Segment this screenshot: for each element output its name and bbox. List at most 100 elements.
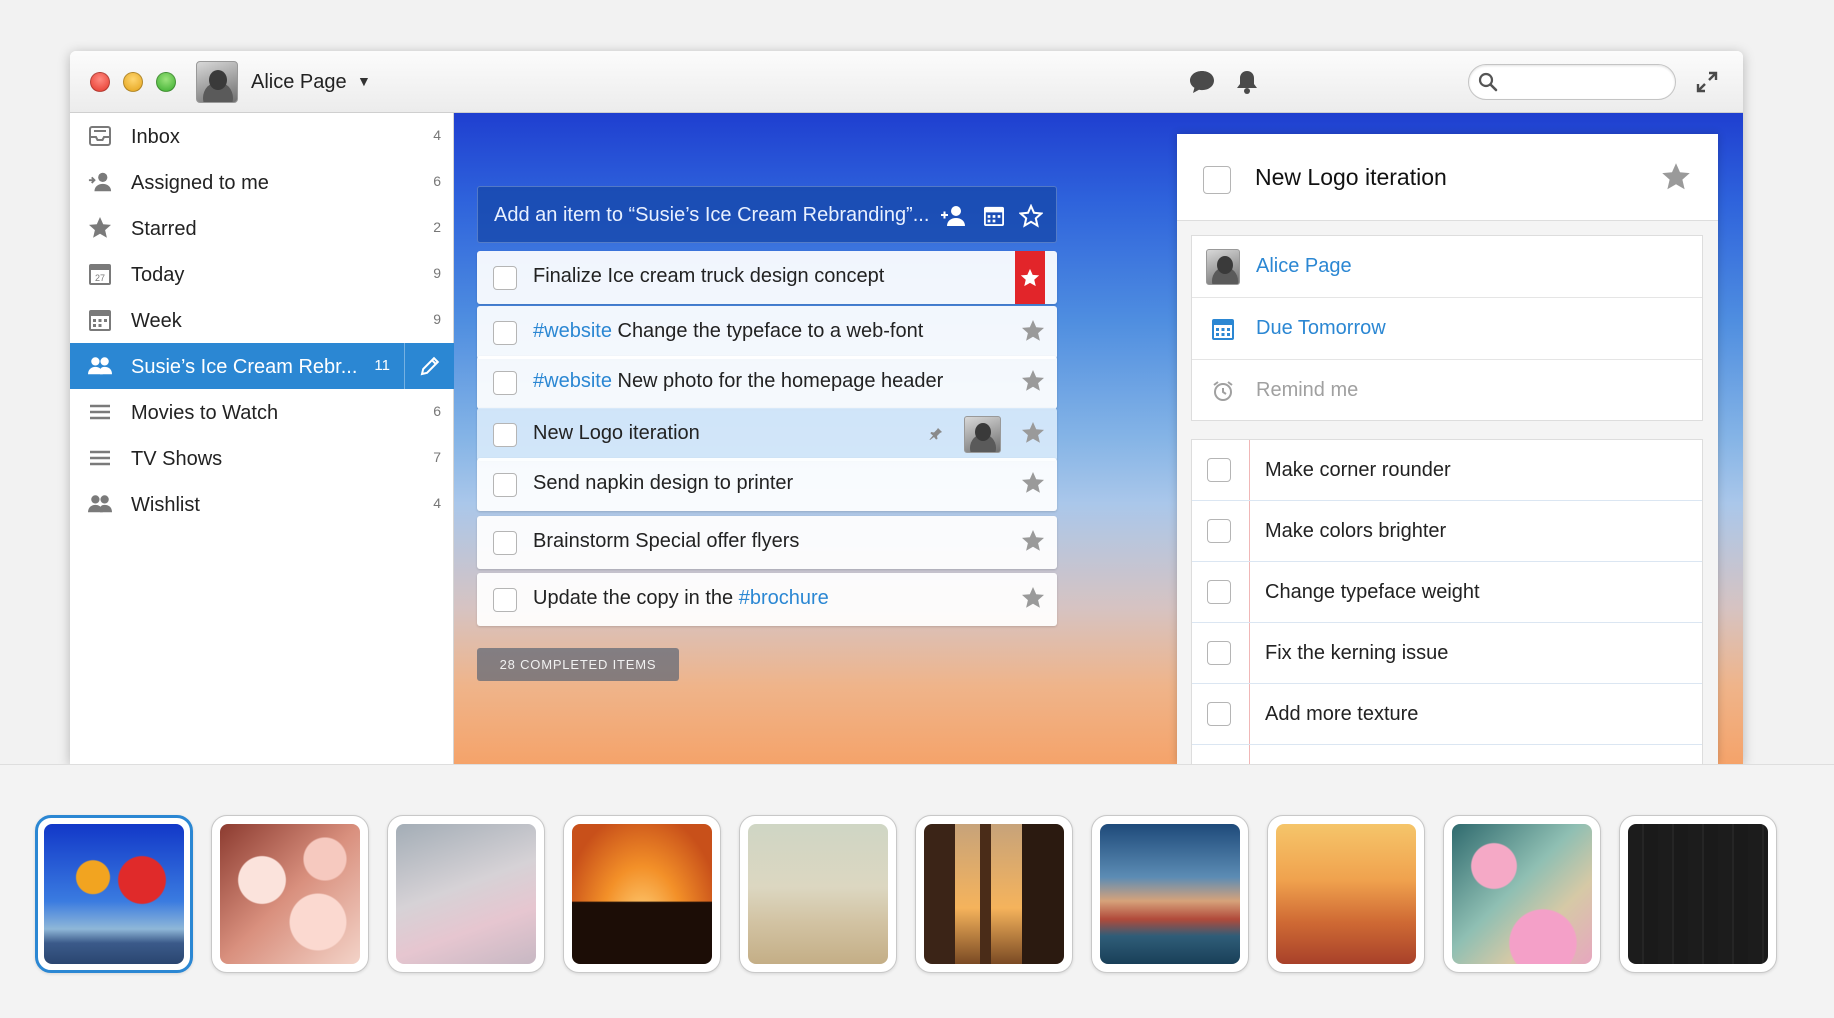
subtask-row[interactable]: Change typeface weight (1192, 562, 1702, 623)
task-checkbox[interactable] (493, 473, 517, 497)
sidebar-item-count: 9 (433, 311, 441, 327)
titlebar: Alice Page ▼ (70, 51, 1743, 113)
assignee-row[interactable]: Alice Page (1192, 236, 1702, 298)
star-icon[interactable] (1020, 420, 1046, 446)
star-outline-icon[interactable] (1016, 201, 1046, 231)
star-icon[interactable] (1020, 318, 1046, 344)
subtask-row[interactable]: Make corner rounder (1192, 440, 1702, 501)
background-thumb-sunset-temple[interactable] (563, 815, 721, 973)
star-icon[interactable] (1020, 368, 1046, 394)
task-checkbox[interactable] (493, 531, 517, 555)
sidebar-item-starred[interactable]: Starred 2 (70, 205, 454, 251)
background-thumb-cherry-blossoms[interactable] (211, 815, 369, 973)
task-title: New photo for the homepage header (611, 370, 944, 392)
sidebar-item-count: 6 (433, 403, 441, 419)
task-row-selected[interactable]: New Logo iteration (477, 408, 1057, 461)
user-name[interactable]: Alice Page (251, 71, 347, 94)
subtask-checkbox[interactable] (1207, 641, 1231, 665)
task-row[interactable]: Finalize Ice cream truck design concept (477, 251, 1057, 304)
minimize-window-button[interactable] (123, 72, 143, 92)
due-date-row[interactable]: Due Tomorrow (1192, 298, 1702, 360)
subtask-checkbox[interactable] (1207, 580, 1231, 604)
chat-bubble-icon[interactable] (1185, 65, 1219, 99)
subtask-row[interactable]: Fix the kerning issue (1192, 623, 1702, 684)
task-text: #website New photo for the homepage head… (533, 370, 943, 393)
detail-checkbox[interactable] (1203, 166, 1231, 194)
zoom-window-button[interactable] (156, 72, 176, 92)
subtask-text: Make colors brighter (1265, 520, 1447, 542)
pencil-icon (420, 356, 439, 376)
pin-icon (928, 426, 944, 442)
task-checkbox[interactable] (493, 266, 517, 290)
subtask-checkbox[interactable] (1207, 702, 1231, 726)
star-icon[interactable] (1659, 160, 1693, 194)
subtask-row[interactable]: Make colors brighter (1192, 501, 1702, 562)
due-date-text: Due Tomorrow (1256, 317, 1386, 339)
expand-icon[interactable] (1690, 65, 1724, 99)
task-row[interactable]: #website New photo for the homepage head… (477, 356, 1057, 409)
background-thumb-venice-canal[interactable] (1091, 815, 1249, 973)
subtask-text: Add more texture (1265, 703, 1419, 725)
sidebar-item-inbox[interactable]: Inbox 4 (70, 113, 454, 159)
sidebar-item-susies-ice-cream[interactable]: Susie’s Ice Cream Rebr... 11 (70, 343, 454, 389)
task-checkbox[interactable] (493, 371, 517, 395)
assignee-name: Alice Page (1256, 255, 1352, 277)
sidebar-item-tv-shows[interactable]: TV Shows 7 (70, 435, 454, 481)
sidebar-item-label: Movies to Watch (131, 402, 279, 424)
subtask-checkbox[interactable] (1207, 458, 1231, 482)
sidebar-item-label: Week (131, 310, 182, 332)
remind-me-text: Remind me (1256, 379, 1359, 401)
search-input[interactable] (1505, 71, 1665, 93)
task-checkbox[interactable] (493, 423, 517, 447)
detail-title[interactable]: New Logo iteration (1255, 164, 1447, 191)
assign-user-icon[interactable] (938, 201, 968, 231)
task-row[interactable]: Update the copy in the #brochure (477, 573, 1057, 626)
background-thumb-paris-sunset[interactable] (1267, 815, 1425, 973)
star-icon[interactable] (1020, 470, 1046, 496)
task-row[interactable]: #website Change the typeface to a web-fo… (477, 306, 1057, 359)
sidebar-item-week[interactable]: Week 9 (70, 297, 454, 343)
background-thumb-frosted-branches[interactable] (387, 815, 545, 973)
task-row[interactable]: Send napkin design to printer (477, 458, 1057, 511)
edit-list-button[interactable] (404, 343, 454, 389)
sidebar-item-label: Wishlist (131, 494, 200, 516)
sidebar-item-movies-to-watch[interactable]: Movies to Watch 6 (70, 389, 454, 435)
user-menu-caret-icon[interactable]: ▼ (357, 73, 371, 89)
star-icon[interactable] (1020, 585, 1046, 611)
task-hashtag[interactable]: #website (533, 320, 612, 342)
bell-icon[interactable] (1230, 65, 1264, 99)
close-window-button[interactable] (90, 72, 110, 92)
task-text: Brainstorm Special offer flyers (533, 530, 799, 553)
sidebar-item-wishlist[interactable]: Wishlist 4 (70, 481, 454, 527)
due-date-icon[interactable] (979, 201, 1009, 231)
background-thumb-dark-wood[interactable] (1619, 815, 1777, 973)
task-checkbox[interactable] (493, 588, 517, 612)
task-row[interactable]: Brainstorm Special offer flyers (477, 516, 1057, 569)
task-title: Brainstorm Special offer flyers (533, 530, 800, 552)
add-item-input[interactable] (494, 201, 934, 229)
assignee-avatar (964, 416, 1001, 453)
completed-items-button[interactable]: 28 COMPLETED ITEMS (477, 648, 679, 681)
reminder-row[interactable]: Remind me (1192, 360, 1702, 422)
background-thumb-sand-dune[interactable] (739, 815, 897, 973)
task-hashtag[interactable]: #brochure (739, 587, 829, 609)
svg-text:27: 27 (95, 273, 105, 283)
star-icon[interactable] (1020, 528, 1046, 554)
sidebar-item-today[interactable]: 27 Today 9 (70, 251, 454, 297)
sidebar-item-count: 11 (374, 357, 390, 374)
user-avatar[interactable] (196, 61, 238, 103)
add-item-bar[interactable] (477, 186, 1057, 243)
sidebar-item-label: Today (131, 264, 185, 286)
task-checkbox[interactable] (493, 321, 517, 345)
sidebar-item-assigned-to-me[interactable]: Assigned to me 6 (70, 159, 454, 205)
search-box[interactable] (1468, 64, 1676, 100)
list-icon (88, 446, 112, 470)
background-thumb-pink-flowers[interactable] (1443, 815, 1601, 973)
starred-ribbon-icon[interactable] (1015, 251, 1045, 304)
background-thumb-hot-air-balloons[interactable] (35, 815, 193, 973)
background-thumb-city-street[interactable] (915, 815, 1073, 973)
shared-list-icon (88, 354, 112, 378)
subtask-row[interactable]: Add more texture (1192, 684, 1702, 745)
task-hashtag[interactable]: #website (533, 370, 612, 392)
subtask-checkbox[interactable] (1207, 519, 1231, 543)
